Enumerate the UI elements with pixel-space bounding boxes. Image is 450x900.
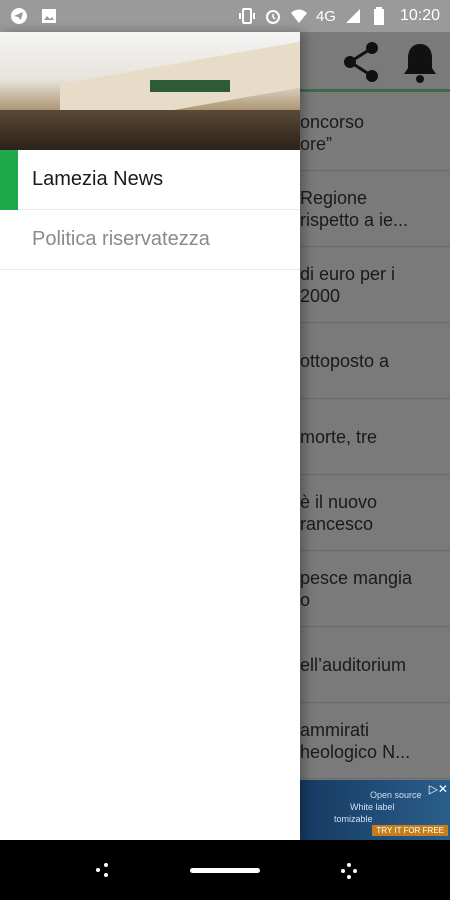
status-left [10,7,58,25]
nav-back-icon[interactable] [94,862,110,878]
menu-item-label: Politica riservatezza [32,228,210,250]
status-bar: 4G 10:20 [0,0,450,32]
news-title: di euro per i 2000 [300,263,396,306]
alarm-icon [264,7,282,25]
news-title: pesce mangia o [300,567,413,610]
menu-item-lamezia-news[interactable]: Lamezia News [0,150,300,210]
ad-line-1: Open source [370,790,422,800]
status-time: 10:20 [399,7,440,24]
station-sign [150,80,230,92]
news-title: oncorso ore” [300,111,365,154]
wifi-icon [290,7,308,25]
news-title: Regione rispetto a ie... [300,187,409,230]
drawer-header-image [0,32,300,150]
status-right: 4G 10:20 [238,7,440,25]
battery-icon [370,7,388,25]
vibrate-icon [238,7,256,25]
menu-item-label: Lamezia News [32,168,164,190]
system-nav-bar [0,840,450,900]
news-title: ottoposto a [300,350,390,371]
news-title: è il nuovo rancesco [300,491,378,534]
nav-recents-icon[interactable] [340,862,358,880]
network-type: 4G [315,7,336,25]
bell-icon[interactable] [400,40,440,84]
news-title: ammirati heologico N... [300,719,411,762]
news-title: ell’auditorium [300,654,407,675]
nav-home-pill[interactable] [190,868,260,873]
ad-banner[interactable]: Open source White label tomizable ▷✕ TRY… [300,780,450,840]
ad-close-icon[interactable]: ▷✕ [429,782,448,796]
ad-line-3: tomizable [334,814,373,824]
image-icon [40,7,58,25]
ad-line-2: White label [350,802,395,812]
navigation-drawer: Lamezia News Politica riservatezza [0,32,300,840]
share-icon[interactable] [340,42,384,82]
ad-cta-button[interactable]: TRY IT FOR FREE [372,825,448,836]
menu-item-privacy-policy[interactable]: Politica riservatezza [0,210,300,270]
signal-icon [344,7,362,25]
news-title: morte, tre [300,426,378,447]
station-base [0,110,300,150]
telegram-icon [10,7,28,25]
drawer-menu: Lamezia News Politica riservatezza [0,150,300,270]
